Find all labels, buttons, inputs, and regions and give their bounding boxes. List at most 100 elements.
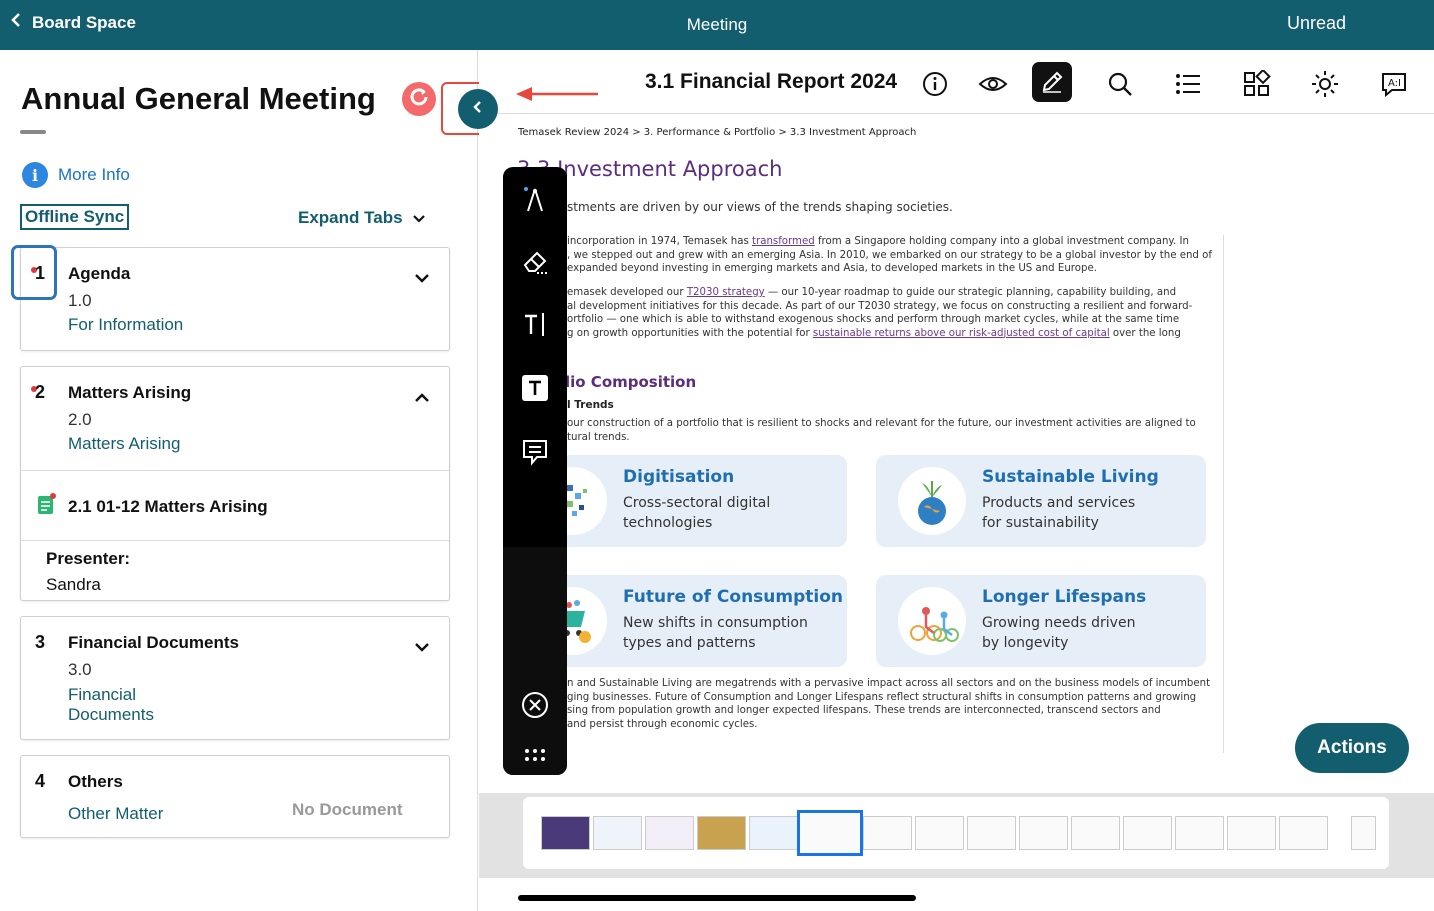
text: — our 10-year roadmap to guide our strat… — [764, 287, 1177, 298]
document-icon — [37, 493, 57, 520]
text: tural trends. — [567, 431, 630, 443]
actions-button[interactable]: Actions — [1295, 723, 1409, 773]
agenda-item-2[interactable]: 2 Matters Arising 2.0 Matters Arising 2.… — [20, 366, 450, 601]
text: , we stepped out and grew with an emergi… — [567, 249, 1212, 261]
thumbnail[interactable] — [863, 816, 912, 850]
expand-tabs-button[interactable]: Expand Tabs — [298, 208, 425, 228]
text-box-icon[interactable] — [515, 368, 555, 408]
eye-icon[interactable] — [974, 65, 1012, 103]
subtitle-line: Documents — [68, 705, 154, 724]
chevron-down-icon — [412, 208, 425, 228]
agenda-title: Matters Arising — [68, 383, 192, 402]
thumbnail[interactable] — [749, 816, 798, 850]
text: over the long — [1109, 327, 1181, 339]
link[interactable]: sustainable returns above our risk-adjus… — [813, 328, 1110, 339]
ai-translate-icon[interactable]: A:I — [1375, 65, 1413, 103]
subtitle-line: Financial — [68, 685, 137, 704]
document-breadcrumb: Temasek Review 2024 > 3. Performance & P… — [518, 127, 917, 138]
no-document-label: No Document — [292, 800, 403, 819]
text: emasek developed our — [567, 287, 687, 298]
agenda-item-1[interactable]: 1 Agenda 1.0 For Information — [20, 247, 450, 351]
thumbnail[interactable] — [1279, 816, 1328, 850]
thumbnail[interactable] — [1175, 816, 1224, 850]
portfolio-text: our construction of a portfolio that is … — [567, 417, 1196, 444]
agenda-title: Financial Documents — [68, 633, 239, 652]
trend-card-sustainable-living: Sustainable Living Products and services… — [876, 455, 1206, 547]
thumbnail[interactable] — [1123, 816, 1172, 850]
agenda-item-4[interactable]: 4 Others Other Matter No Document — [20, 755, 450, 838]
link[interactable]: T2030 strategy — [687, 287, 765, 298]
grid-icon[interactable] — [1238, 65, 1276, 103]
agenda-subtitle[interactable]: Financial Documents — [68, 685, 154, 725]
trend-description: New shifts in consumption types and patte… — [623, 613, 833, 653]
text: by longevity — [982, 635, 1069, 651]
presenter-name: Sandra — [46, 575, 101, 594]
trend-title: Digitisation — [623, 467, 735, 487]
info-icon[interactable] — [916, 65, 954, 103]
text: types and patterns — [623, 635, 756, 651]
close-icon[interactable] — [515, 685, 555, 725]
agenda-version: 3.0 — [68, 660, 92, 679]
meeting-title: Annual General Meeting — [21, 81, 376, 116]
thumbnail[interactable] — [967, 816, 1016, 850]
thumbnail[interactable] — [697, 816, 746, 850]
thumbnail[interactable] — [915, 816, 964, 850]
agenda-number: 4 — [35, 771, 46, 791]
title-divider — [20, 130, 46, 134]
collapse-panel-button[interactable] — [458, 89, 498, 129]
thumbnail[interactable] — [1227, 816, 1276, 850]
top-bar: Board Space Meeting Unread — [0, 0, 1434, 50]
chevron-down-icon[interactable] — [415, 639, 429, 657]
pen-icon[interactable] — [1032, 62, 1072, 102]
chevron-up-icon[interactable] — [415, 389, 429, 407]
comment-icon[interactable] — [515, 432, 555, 472]
pen-tool-icon[interactable] — [515, 180, 555, 220]
eraser-icon[interactable] — [515, 242, 555, 282]
text: Cross-sectoral digital — [623, 495, 771, 511]
more-info-link[interactable]: i More Info — [22, 162, 130, 188]
thumbnail[interactable] — [645, 816, 694, 850]
thumbnail[interactable] — [593, 816, 642, 850]
agenda-title: Agenda — [68, 264, 131, 283]
refresh-button[interactable] — [402, 82, 436, 116]
document-page[interactable]: Temasek Review 2024 > 3. Performance & P… — [479, 115, 1434, 792]
agenda-version: 2.0 — [68, 410, 92, 429]
trend-description: Cross-sectoral digital technologies — [623, 493, 833, 533]
agenda-subtitle[interactable]: Other Matter — [68, 804, 163, 824]
closing-paragraph: n and Sustainable Living are megatrends … — [567, 677, 1210, 731]
thumbnail[interactable] — [1019, 816, 1068, 850]
more-icon[interactable] — [515, 735, 555, 775]
text: technologies — [623, 515, 713, 531]
thumbnail[interactable] — [1351, 816, 1376, 850]
text: n and Sustainable Living are megatrends … — [567, 678, 1211, 689]
margin-rule — [1223, 235, 1224, 753]
text: Growing needs driven — [982, 615, 1136, 631]
annotation-toolbar — [503, 167, 567, 775]
agenda-number: 2 — [35, 382, 46, 402]
search-icon[interactable] — [1101, 65, 1139, 103]
offline-sync-button[interactable]: Offline Sync — [20, 204, 130, 230]
thumbnail[interactable] — [1071, 816, 1120, 850]
globe-plant-icon — [898, 467, 966, 535]
unread-button[interactable]: Unread — [1287, 13, 1346, 34]
agenda-panel: Annual General Meeting i More Info Offli… — [0, 50, 478, 911]
thumbnail-selected[interactable] — [797, 810, 863, 856]
agenda-subtitle[interactable]: Matters Arising — [68, 434, 180, 454]
list-icon[interactable] — [1169, 65, 1207, 103]
portfolio-title: lio Composition — [565, 373, 697, 391]
brightness-icon[interactable] — [1306, 65, 1344, 103]
document-row[interactable]: 2.1 01-12 Matters Arising — [37, 493, 268, 520]
arrow-left-icon — [514, 84, 600, 109]
text-cursor-icon[interactable] — [515, 304, 555, 344]
paragraph-1: incorporation in 1974, Temasek has trans… — [567, 235, 1212, 276]
link[interactable]: transformed — [752, 236, 815, 247]
trend-card-longer-lifespans: Longer Lifespans Growing needs driven by … — [876, 575, 1206, 667]
cyclists-icon — [898, 587, 966, 655]
svg-text:A:I: A:I — [1388, 78, 1401, 89]
text: and persist through economic cycles. — [567, 718, 758, 730]
text: New shifts in consumption — [623, 615, 808, 631]
chevron-down-icon[interactable] — [415, 270, 429, 288]
agenda-subtitle[interactable]: For Information — [68, 315, 183, 335]
agenda-item-3[interactable]: 3 Financial Documents 3.0 Financial Docu… — [20, 616, 450, 740]
thumbnail[interactable] — [541, 816, 590, 850]
